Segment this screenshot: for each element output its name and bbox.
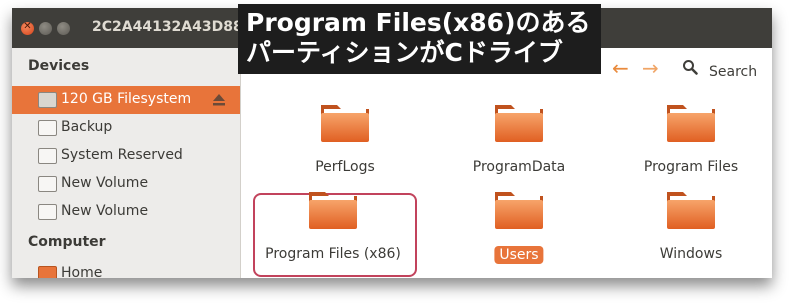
sidebar-item-backup[interactable]: Backup <box>12 114 240 142</box>
caption-overlay: Program Files(x86)のある パーティションがCドライブ <box>238 4 601 74</box>
folder-label: PerfLogs <box>315 159 375 175</box>
usb-drive-icon <box>38 204 57 220</box>
folder-icon <box>309 192 357 229</box>
forward-arrow-icon[interactable]: → <box>642 56 659 80</box>
home-folder-icon <box>38 266 57 278</box>
eject-icon[interactable] <box>212 93 226 106</box>
folder-icon <box>495 105 543 142</box>
folder-program-files-x86[interactable]: Program Files (x86) <box>253 180 413 278</box>
caption-line-1: Program Files(x86)のある <box>246 8 591 37</box>
close-button[interactable]: ✕ <box>21 21 34 35</box>
minimize-button[interactable] <box>39 22 52 35</box>
folder-icon <box>321 105 369 142</box>
sidebar-item-label: New Volume <box>61 203 149 219</box>
folder-view: PerfLogs ProgramData Program Files Progr… <box>241 48 772 278</box>
close-icon: ✕ <box>23 21 32 32</box>
sidebar: Devices 120 GB Filesystem Backup System … <box>12 48 241 278</box>
drive-icon <box>38 92 57 108</box>
folder-label: Program Files <box>643 159 739 175</box>
drive-icon <box>38 176 57 192</box>
folder-icon <box>667 192 715 229</box>
back-arrow-icon[interactable]: ← <box>612 56 629 80</box>
caption-line-2: パーティションがCドライブ <box>246 38 563 67</box>
folder-users[interactable]: Users <box>439 180 599 278</box>
folder-program-files[interactable]: Program Files <box>611 93 771 193</box>
search-button-label[interactable]: Search <box>709 64 757 80</box>
sidebar-header-devices: Devices <box>28 58 90 74</box>
sidebar-item-system-reserved[interactable]: System Reserved <box>12 142 240 170</box>
sidebar-item-home[interactable]: Home <box>12 260 240 278</box>
folder-programdata[interactable]: ProgramData <box>439 93 599 193</box>
drive-icon <box>38 148 57 164</box>
folder-windows[interactable]: Windows <box>611 180 771 278</box>
folder-icon <box>667 105 715 142</box>
sidebar-item-new-volume[interactable]: New Volume <box>12 170 240 198</box>
sidebar-header-computer: Computer <box>28 234 106 250</box>
folder-label: Program Files (x86) <box>265 246 401 262</box>
search-icon[interactable] <box>682 59 698 75</box>
sidebar-item-label: New Volume <box>61 175 149 191</box>
folder-icon <box>495 192 543 229</box>
sidebar-item-label: 120 GB Filesystem <box>61 91 192 107</box>
folder-label: ProgramData <box>472 159 566 175</box>
sidebar-item-filesystem[interactable]: 120 GB Filesystem <box>12 86 240 114</box>
folder-label: Users <box>494 246 544 264</box>
window-title: 2C2A44132A43D88 <box>92 19 243 35</box>
folder-perflogs[interactable]: PerfLogs <box>265 93 425 193</box>
drive-icon <box>38 120 57 136</box>
sidebar-item-label: System Reserved <box>61 147 183 163</box>
sidebar-item-new-volume-usb[interactable]: New Volume <box>12 198 240 226</box>
folder-label: Windows <box>659 246 723 262</box>
sidebar-item-label: Backup <box>61 119 113 135</box>
sidebar-item-label: Home <box>61 265 103 278</box>
maximize-button[interactable] <box>57 22 70 35</box>
